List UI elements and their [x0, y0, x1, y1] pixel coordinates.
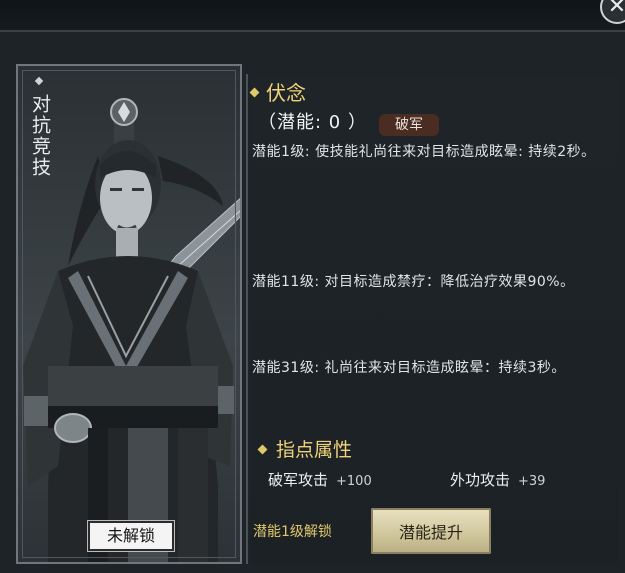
potential-level: （潜能: 0 ） — [258, 112, 367, 133]
potential-desc-3: 潜能31级: 礼尚往来对目标造成眩晕：持续3秒。 — [252, 360, 566, 376]
skill-tag: 破军 — [379, 114, 439, 136]
attributes-title: 指点属性 — [276, 439, 353, 461]
skill-name: 伏念 — [266, 81, 306, 105]
attribute-name: 外功攻击 — [450, 471, 511, 489]
close-icon: ✕ — [607, 0, 625, 19]
hero-card[interactable]: 对抗竞技 未解锁 — [16, 64, 242, 564]
top-divider — [0, 30, 625, 32]
lock-status-badge: 未解锁 — [87, 520, 175, 552]
potential-desc-1: 潜能1级: 使技能礼尚往来对目标造成眩晕: 持续2秒。 — [252, 144, 596, 160]
potential-upgrade-button[interactable]: 潜能提升 — [371, 508, 491, 554]
attribute-name: 破军攻击 — [268, 471, 329, 489]
attribute-value: +100 — [336, 474, 372, 489]
card-title: 对抗竞技 — [29, 94, 51, 178]
top-bar — [0, 0, 625, 30]
potential-desc-2: 潜能11级: 对目标造成禁疗：降低治疗效果90%。 — [252, 274, 575, 290]
attribute-value: +39 — [518, 474, 546, 489]
card-frame — [22, 70, 236, 558]
unlock-requirement: 潜能1级解锁 — [253, 524, 332, 540]
attribute-item: 破军攻击 +100 — [268, 469, 372, 493]
attribute-item: 外功攻击 +39 — [450, 469, 545, 493]
